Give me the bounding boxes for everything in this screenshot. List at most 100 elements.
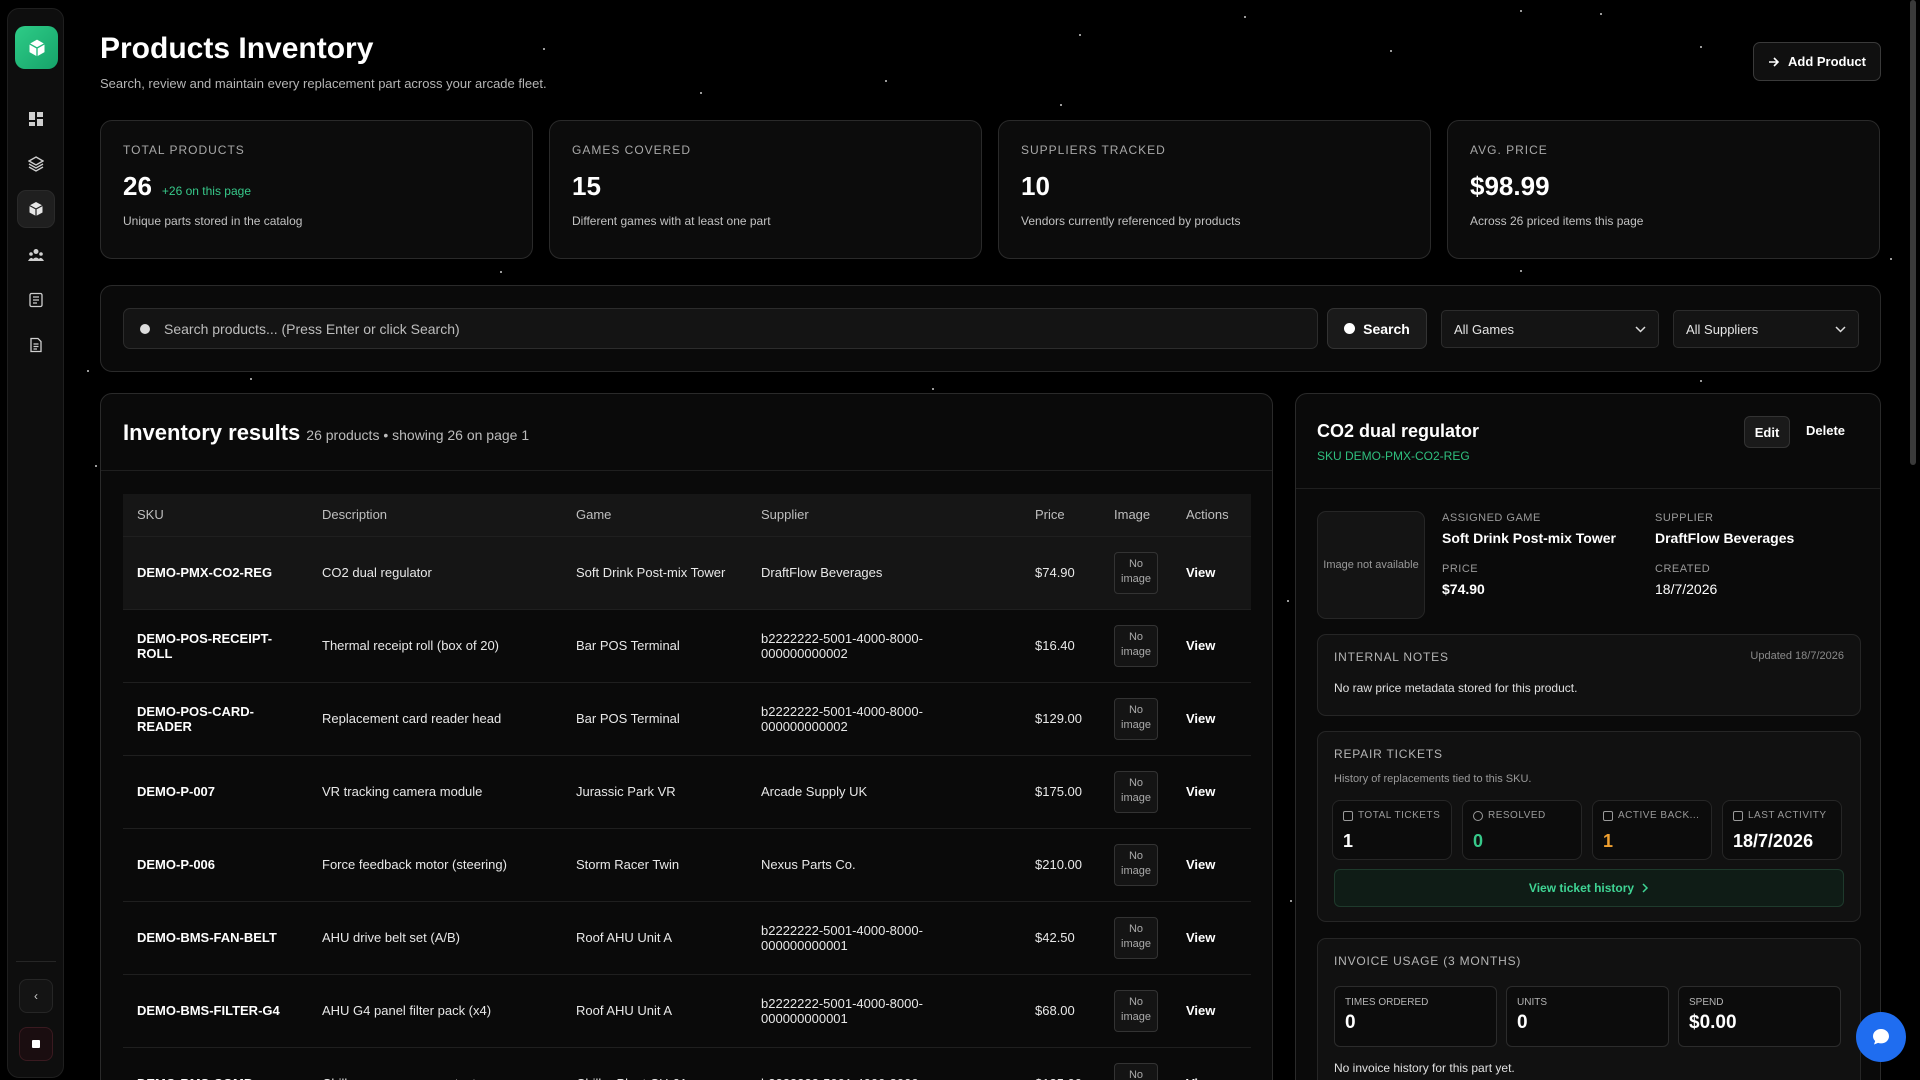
sidebar-item-products[interactable] — [17, 190, 55, 228]
logout-button[interactable] — [19, 1027, 53, 1061]
table-row[interactable]: DEMO-PMX-CO2-REG CO2 dual regulator Soft… — [123, 535, 1251, 609]
times-ordered-tile: TIMES ORDERED 0 — [1334, 986, 1497, 1047]
app-logo[interactable] — [15, 26, 58, 69]
view-button[interactable]: View — [1186, 930, 1215, 945]
column-header-description[interactable]: Description — [308, 494, 562, 536]
tile-value: 18/7/2026 — [1733, 831, 1814, 851]
view-button[interactable]: View — [1186, 784, 1215, 799]
stat-description: Vendors currently referenced by products — [1021, 214, 1241, 228]
column-header-sku[interactable]: SKU — [123, 494, 308, 536]
sidebar-item-reports[interactable] — [17, 281, 55, 319]
card-title: REPAIR TICKETS — [1334, 747, 1443, 761]
delete-button[interactable]: Delete — [1806, 423, 1845, 438]
calendar-icon — [1733, 810, 1743, 821]
table-row[interactable]: DEMO-BMS-FILTER-G4 AHU G4 panel filter p… — [123, 973, 1251, 1047]
sidebar-item-layers[interactable] — [17, 145, 55, 183]
created-field: CREATED 18/7/2026 — [1655, 563, 1717, 597]
stat-value: 15 — [572, 171, 601, 201]
box-icon — [29, 202, 43, 216]
cell-description: CO2 dual regulator — [308, 535, 562, 609]
view-button[interactable]: View — [1186, 1076, 1215, 1080]
table-row[interactable]: DEMO-BMS-FAN-BELT AHU drive belt set (A/… — [123, 900, 1251, 974]
sidebar-item-dashboard[interactable] — [17, 100, 55, 138]
game-filter-value: All Games — [1454, 321, 1514, 337]
cell-actions: View — [1172, 754, 1251, 828]
stat-description: Across 26 priced items this page — [1470, 214, 1644, 228]
page-scrollbar[interactable] — [1910, 0, 1916, 465]
units-tile: UNITS 0 — [1506, 986, 1669, 1047]
assigned-game-field: ASSIGNED GAME Soft Drink Post-mix Tower — [1442, 512, 1616, 546]
cell-sku: DEMO-POS-RECEIPT-ROLL — [123, 608, 308, 682]
cell-image: No image — [1100, 754, 1172, 828]
field-value: $74.90 — [1442, 581, 1485, 597]
cell-description: AHU G4 panel filter pack (x4) — [308, 973, 562, 1047]
cell-description: Force feedback motor (steering) — [308, 827, 562, 901]
cell-game: Chiller Plant CH-01 — [562, 1046, 747, 1080]
edit-button[interactable]: Edit — [1744, 416, 1790, 448]
table-row[interactable]: DEMO-BMS-COMP- Chiller compressor contac… — [123, 1046, 1251, 1080]
table-row[interactable]: DEMO-P-006 Force feedback motor (steerin… — [123, 827, 1251, 901]
search-panel: Search All Games All Suppliers — [100, 285, 1881, 372]
cell-image: No image — [1100, 535, 1172, 609]
cell-actions: View — [1172, 973, 1251, 1047]
game-filter-select[interactable]: All Games — [1441, 310, 1659, 348]
inventory-title: Inventory results — [123, 420, 301, 445]
notes-body: No raw price metadata stored for this pr… — [1334, 681, 1578, 695]
list-icon — [29, 292, 43, 308]
cell-price: $135.00 — [1021, 1046, 1100, 1080]
search-input[interactable] — [164, 320, 1264, 337]
cell-game: Roof AHU Unit A — [562, 900, 747, 974]
no-image-placeholder: No image — [1114, 624, 1158, 667]
view-ticket-history-button[interactable]: View ticket history — [1334, 869, 1844, 907]
tile-label: UNITS — [1517, 997, 1547, 1008]
cell-price: $16.40 — [1021, 608, 1100, 682]
stat-card-games-covered: GAMES COVERED 15 Different games with at… — [549, 120, 982, 259]
collapse-sidebar-button[interactable]: ‹ — [19, 979, 53, 1013]
card-title: INTERNAL NOTES — [1334, 650, 1449, 664]
view-button[interactable]: View — [1186, 711, 1215, 726]
view-button[interactable]: View — [1186, 857, 1215, 872]
search-button[interactable]: Search — [1327, 308, 1427, 349]
cell-price: $68.00 — [1021, 973, 1100, 1047]
cell-game: Bar POS Terminal — [562, 608, 747, 682]
stat-value-row: 15 — [572, 171, 959, 202]
cell-sku: DEMO-BMS-COMP- — [123, 1046, 308, 1080]
internal-notes-card: INTERNAL NOTES Updated 18/7/2026 No raw … — [1317, 634, 1861, 716]
table-row[interactable]: DEMO-P-007 VR tracking camera module Jur… — [123, 754, 1251, 828]
table-row[interactable]: DEMO-POS-CARD-READER Replacement card re… — [123, 681, 1251, 755]
card-subtitle: History of replacements tied to this SKU… — [1334, 773, 1532, 785]
supplier-filter-select[interactable]: All Suppliers — [1673, 310, 1859, 348]
no-image-placeholder: No image — [1114, 989, 1158, 1032]
search-field[interactable] — [123, 308, 1318, 349]
layers-icon — [28, 156, 44, 172]
invoice-empty-message: No invoice history for this part yet. — [1334, 1061, 1515, 1075]
view-button[interactable]: View — [1186, 565, 1215, 580]
add-product-button[interactable]: Add Product — [1753, 42, 1881, 81]
cell-game: Storm Racer Twin — [562, 827, 747, 901]
tile-label: LAST ACTIVITY — [1733, 810, 1831, 821]
column-header-game[interactable]: Game — [562, 494, 747, 536]
column-header-supplier[interactable]: Supplier — [747, 494, 1021, 536]
tile-label-text: TOTAL TICKETS — [1358, 810, 1441, 821]
view-button[interactable]: View — [1186, 638, 1215, 653]
chevron-left-icon: ‹ — [34, 989, 38, 1003]
cell-sku: DEMO-P-007 — [123, 754, 308, 828]
stat-label: TOTAL PRODUCTS — [123, 143, 245, 157]
sidebar-item-users[interactable] — [17, 236, 55, 274]
stat-label: AVG. PRICE — [1470, 143, 1548, 157]
stat-description: Different games with at least one part — [572, 214, 771, 228]
field-value: Soft Drink Post-mix Tower — [1442, 530, 1616, 546]
no-image-placeholder: No image — [1114, 916, 1158, 959]
view-button[interactable]: View — [1186, 1003, 1215, 1018]
no-image-placeholder: No image — [1114, 697, 1158, 740]
cell-actions: View — [1172, 827, 1251, 901]
cell-price: $74.90 — [1021, 535, 1100, 609]
column-header-price[interactable]: Price — [1021, 494, 1100, 536]
sidebar-item-documents[interactable] — [17, 326, 55, 364]
divider — [101, 470, 1272, 471]
tile-label: ACTIVE BACK... — [1603, 810, 1701, 821]
table-row[interactable]: DEMO-POS-RECEIPT-ROLL Thermal receipt ro… — [123, 608, 1251, 682]
field-label: PRICE — [1442, 563, 1479, 575]
chat-button[interactable] — [1856, 1012, 1906, 1062]
active-backlog-tile: ACTIVE BACK... 1 — [1592, 800, 1712, 860]
